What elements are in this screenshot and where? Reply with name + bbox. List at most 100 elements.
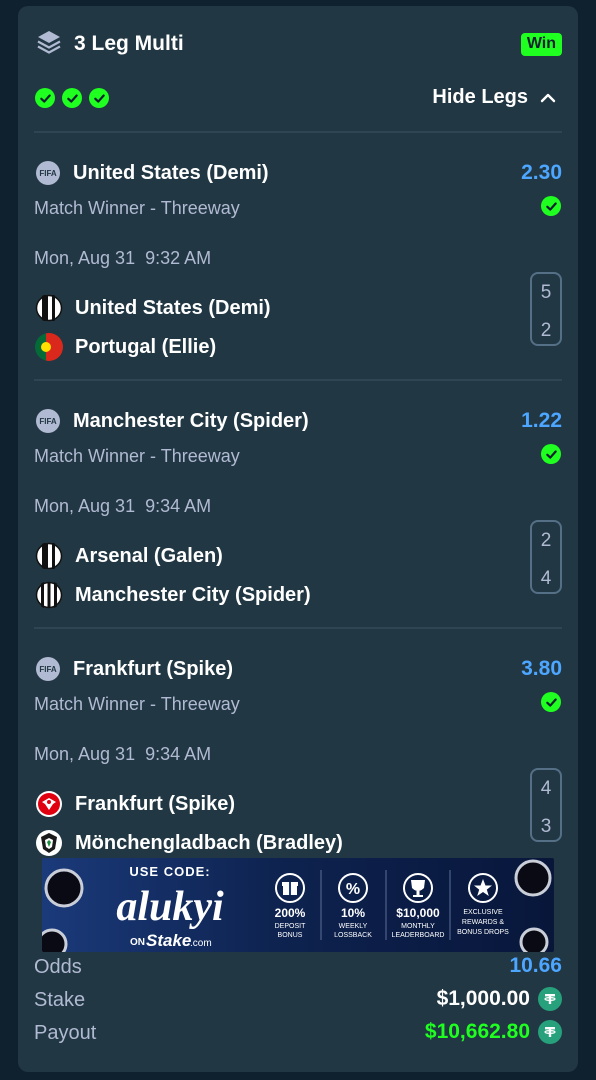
match-datetime: Mon, Aug 31 9:34 AM [34, 744, 211, 765]
perk-line: EXCLUSIVE [463, 909, 503, 916]
team-score: 2 [540, 320, 552, 341]
score-box: 4 3 [530, 768, 562, 842]
payout-amount: $10,662.80 [425, 1020, 562, 1044]
gladbach-crest-icon [36, 830, 62, 856]
payout-label: Payout [34, 1022, 97, 1044]
leg-item[interactable]: FIFA United States (Demi) 2.30 Match Win… [18, 160, 578, 408]
divider [34, 131, 562, 133]
brand-name: Stake [146, 931, 191, 950]
check-circle-icon [541, 692, 561, 712]
svg-text:%: % [346, 881, 360, 898]
perk-line: DEPOSIT [275, 923, 306, 930]
market-name: Match Winner - Threeway [34, 694, 240, 714]
team-score: 2 [540, 530, 552, 551]
poker-chip-icon [519, 927, 549, 952]
svg-text:FIFA: FIFA [39, 169, 57, 178]
team-row: Manchester City (Spider) [35, 581, 311, 609]
promo-banner[interactable]: USE CODE: alukyi ON Stake .com 200% DEPO… [42, 858, 554, 952]
team-name: Frankfurt (Spike) [75, 792, 236, 815]
stake-row: Stake $1,000.00 [34, 987, 562, 1017]
divider [34, 627, 562, 629]
layers-icon [37, 31, 61, 54]
team-name: Arsenal (Galen) [75, 544, 223, 567]
tether-icon [538, 1020, 562, 1044]
hide-legs-label: Hide Legs [432, 86, 528, 108]
team-score: 4 [540, 568, 552, 589]
perk-line: BONUS [278, 932, 303, 939]
striped-shield-icon [35, 581, 63, 609]
match-datetime: Mon, Aug 31 9:32 AM [34, 248, 211, 269]
score-box: 5 2 [530, 272, 562, 346]
total-odds-value: 10.66 [509, 954, 562, 977]
bet-header: 3 Leg Multi Win [18, 6, 578, 82]
promo-banner-art: USE CODE: alukyi ON Stake .com 200% DEPO… [42, 858, 554, 952]
poker-chip-icon [44, 868, 84, 908]
striped-shield-icon [35, 542, 63, 570]
perk-line: REWARDS & [462, 919, 504, 926]
fifa-icon: FIFA [36, 409, 60, 433]
tether-icon [538, 987, 562, 1011]
team-name: Mönchengladbach (Bradley) [75, 831, 343, 854]
leg-title: Manchester City (Spider) [73, 410, 309, 432]
team-score: 4 [540, 778, 552, 799]
leg-odds: 1.22 [521, 409, 562, 432]
use-code-label: USE CODE: [129, 864, 210, 879]
match-date: Mon, Aug 31 [34, 248, 136, 268]
frankfurt-crest-icon [36, 791, 62, 817]
match-date: Mon, Aug 31 [34, 744, 136, 764]
match-datetime: Mon, Aug 31 9:34 AM [34, 496, 211, 517]
score-box: 2 4 [530, 520, 562, 594]
match-time: 9:34 AM [145, 496, 212, 516]
brand-suffix: .com [190, 938, 212, 949]
odds-row: Odds 10.66 [34, 954, 562, 984]
match-date: Mon, Aug 31 [34, 496, 136, 516]
leg-title: Frankfurt (Spike) [73, 658, 234, 680]
total-odds: 10.66 [509, 954, 562, 978]
payout-value: $10,662.80 [424, 1020, 530, 1043]
match-time: 9:32 AM [145, 248, 212, 268]
fifa-icon: FIFA [36, 161, 60, 185]
perk-title: 10% [341, 906, 365, 920]
perk-line: BONUS DROPS [457, 929, 509, 936]
perk-line: MONTHLY [401, 923, 435, 930]
striped-shield-icon [35, 294, 63, 322]
check-circle-icon [89, 88, 109, 108]
check-circle-icon [541, 196, 561, 216]
perk-line: WEEKLY [339, 923, 368, 930]
perk-line: LOSSBACK [334, 932, 372, 939]
team-name: United States (Demi) [75, 296, 271, 319]
market-name: Match Winner - Threeway [34, 198, 240, 218]
team-row: Portugal (Ellie) [35, 333, 216, 361]
bet-slip-card: 3 Leg Multi Win Hide Legs FIFA United St… [18, 6, 578, 1072]
check-circle-icon [62, 88, 82, 108]
team-name: Portugal (Ellie) [75, 335, 217, 358]
market-name: Match Winner - Threeway [34, 446, 240, 466]
chevron-up-icon [540, 93, 556, 102]
team-row: United States (Demi) [35, 294, 271, 322]
svg-text:FIFA: FIFA [39, 417, 57, 426]
poker-chip-icon [42, 928, 68, 952]
leg-odds: 2.30 [521, 161, 562, 184]
perk-title: $10,000 [396, 906, 440, 920]
hide-legs-toggle[interactable]: Hide Legs [432, 86, 556, 109]
stake-value: $1,000.00 [436, 987, 530, 1010]
odds-label: Odds [34, 956, 82, 978]
team-score: 5 [540, 282, 552, 303]
payout-row: Payout $10,662.80 [34, 1020, 562, 1050]
stake-label: Stake [34, 989, 86, 1011]
on-label: ON [130, 937, 145, 948]
fifa-icon: FIFA [36, 657, 60, 681]
check-circle-icon [35, 88, 55, 108]
leg-item[interactable]: FIFA Manchester City (Spider) 1.22 Match… [18, 408, 578, 656]
stake-amount: $1,000.00 [437, 987, 562, 1011]
promo-code: alukyi [116, 884, 224, 930]
team-row: Frankfurt (Spike) [35, 790, 235, 818]
match-time: 9:34 AM [145, 744, 212, 764]
team-score: 3 [540, 816, 552, 837]
poker-chip-icon [514, 859, 552, 897]
leg-status-indicators [35, 88, 109, 108]
team-name: Manchester City (Spider) [75, 583, 311, 606]
divider [34, 379, 562, 381]
svg-text:FIFA: FIFA [39, 665, 57, 674]
perk-line: LEADERBOARD [392, 932, 445, 939]
